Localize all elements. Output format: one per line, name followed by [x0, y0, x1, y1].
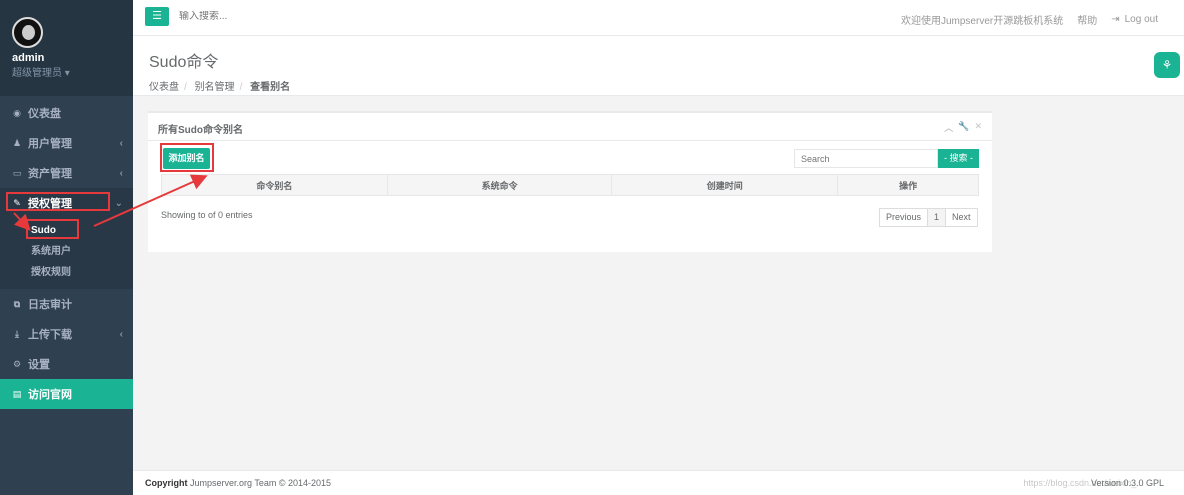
help-link[interactable]: 帮助	[1077, 12, 1097, 27]
chevron-left-icon: ‹	[119, 328, 123, 340]
annotation-box-add	[160, 143, 214, 172]
sidebar-item-label: 资产管理	[28, 168, 72, 180]
pagination: Previous 1 Next	[879, 208, 978, 227]
download-icon: ⤓	[15, 328, 19, 339]
avatar[interactable]	[12, 17, 43, 48]
sidebar-item-label: 仪表盘	[28, 108, 61, 120]
sidebar-item-label: 日志审计	[28, 299, 72, 311]
breadcrumb-item[interactable]: 别名管理	[195, 82, 235, 93]
user-role[interactable]: 超级管理员 ▾	[12, 64, 133, 79]
column-header[interactable]: 系统命令	[386, 174, 613, 196]
cogs-icon: ⚙	[12, 358, 22, 369]
table-info: Showing to of 0 entries	[161, 210, 253, 220]
file-icon: ▤	[12, 388, 22, 399]
sidebar-item-users[interactable]: ♟ 用户管理 ‹	[0, 128, 133, 158]
sidebar-item-settings[interactable]: ⚙ 设置	[0, 349, 133, 379]
hdd-icon: ▭	[12, 167, 22, 178]
column-header[interactable]: 命令别名	[161, 174, 388, 196]
annotation-box-permissions	[6, 192, 110, 211]
logout-link[interactable]: ⇥ Log out	[1111, 12, 1158, 27]
breadcrumb: 仪表盘 / 别名管理 / 查看别名	[149, 82, 291, 93]
chevron-left-icon: ‹	[119, 137, 123, 149]
copy-icon: ⧉	[13, 298, 21, 309]
sign-out-icon: ⇥	[1111, 14, 1120, 25]
sidebar: admin 超级管理员 ▾ ◉ 仪表盘 ♟ 用户管理 ‹ ▭ 资产管理 ‹ ✎ …	[0, 0, 133, 495]
sidebar-item-website[interactable]: ▤ 访问官网	[0, 379, 133, 409]
top-search-input[interactable]	[179, 11, 379, 22]
sidebar-item-label: 用户管理	[28, 138, 72, 150]
next-button[interactable]: Next	[946, 208, 978, 227]
search-button[interactable]: - 搜索 -	[938, 149, 979, 168]
chevron-left-icon: ‹	[119, 167, 123, 179]
search-input[interactable]	[794, 149, 938, 168]
dashboard-icon: ◉	[13, 107, 21, 118]
sidebar-item-label: 设置	[28, 359, 50, 371]
top-right-links: 欢迎使用Jumpserver开源跳板机系统 帮助 ⇥ Log out	[901, 12, 1158, 27]
share-icon[interactable]: ⚘	[1154, 52, 1180, 78]
panel-tools: ︿ 🔧 ✕	[944, 121, 982, 134]
column-header: 操作	[837, 174, 979, 196]
breadcrumb-item: 查看别名	[250, 82, 291, 93]
sidebar-item-upload-download[interactable]: ⤓ 上传下载 ‹	[0, 319, 133, 349]
sidebar-item-dashboard[interactable]: ◉ 仪表盘	[0, 98, 133, 128]
profile: admin 超级管理员 ▾	[0, 0, 133, 96]
chevron-down-icon: ⌄	[114, 197, 123, 209]
sidebar-subitem-system-users[interactable]: 系统用户	[0, 241, 133, 262]
sidebar-item-label: 访问官网	[28, 389, 72, 401]
previous-button[interactable]: Previous	[879, 208, 929, 227]
sidebar-item-assets[interactable]: ▭ 资产管理 ‹	[0, 158, 133, 188]
footer: Copyright Jumpserver.org Team © 2014-201…	[133, 470, 1184, 495]
sidebar-item-logs[interactable]: ⧉ 日志审计	[0, 289, 133, 319]
user-name[interactable]: admin	[12, 52, 133, 64]
page-title: Sudo命令	[149, 54, 219, 71]
topbar: ☰ 欢迎使用Jumpserver开源跳板机系统 帮助 ⇥ Log out	[133, 0, 1184, 36]
page-button[interactable]: 1	[928, 208, 947, 227]
bars-icon: ☰	[152, 10, 162, 22]
annotation-box-sudo	[26, 219, 79, 239]
wrench-icon[interactable]: 🔧	[958, 121, 969, 134]
version-text: Version 0.3.0 GPL	[1090, 478, 1164, 488]
menu-toggle-button[interactable]: ☰	[145, 7, 169, 26]
panel-title: 所有Sudo命令别名 ︿ 🔧 ✕	[148, 113, 992, 141]
users-icon: ♟	[12, 137, 22, 148]
copyright-label: Copyright	[145, 478, 188, 488]
page-heading: Sudo命令 仪表盘 / 别名管理 / 查看别名 ⚘	[133, 36, 1184, 96]
chevron-up-icon[interactable]: ︿	[944, 121, 953, 134]
aliases-table: 命令别名 系统命令 创建时间 操作	[161, 174, 979, 196]
sidebar-item-label: 上传下载	[28, 329, 72, 341]
column-header[interactable]: 创建时间	[611, 174, 839, 196]
sidebar-subitem-rules[interactable]: 授权规则	[0, 262, 133, 283]
welcome-text: 欢迎使用Jumpserver开源跳板机系统	[900, 16, 1064, 27]
breadcrumb-item[interactable]: 仪表盘	[149, 82, 179, 93]
close-icon[interactable]: ✕	[974, 121, 982, 134]
copyright-text: Jumpserver.org Team © 2014-2015	[190, 478, 332, 488]
